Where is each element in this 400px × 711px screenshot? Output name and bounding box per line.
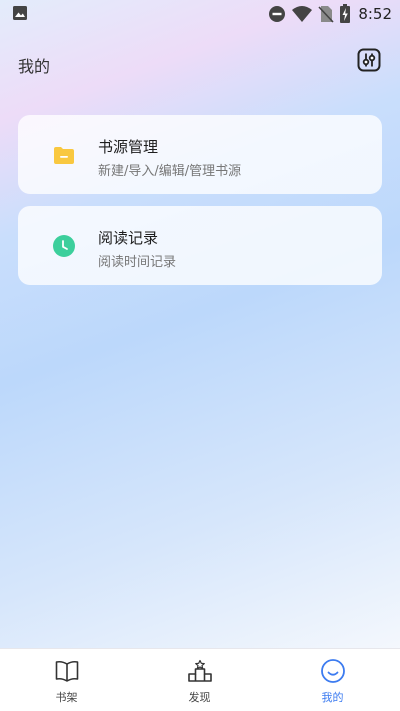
podium-icon: [188, 659, 212, 682]
page-title: 我的: [18, 57, 51, 76]
wifi-icon: [292, 6, 313, 22]
book-icon: [55, 660, 79, 682]
menu-item-title: 阅读记录: [98, 229, 159, 247]
clock-icon: [53, 235, 75, 257]
menu-item-subtitle: 阅读时间记录: [98, 255, 177, 270]
menu-item-reading-history[interactable]: 阅读记录 阅读时间记录: [18, 206, 382, 285]
smile-icon: [321, 659, 345, 683]
gallery-icon: [13, 6, 27, 20]
tab-label: 发现: [188, 691, 211, 704]
tab-mine[interactable]: 我的: [266, 649, 399, 711]
tab-discover[interactable]: 发现: [133, 649, 266, 711]
bottom-tab-bar: 书架 发现 我的: [0, 648, 400, 711]
status-icons: 8:52: [268, 3, 392, 25]
status-bar: 8:52: [0, 0, 400, 28]
tab-label: 书架: [55, 691, 78, 704]
status-time: 8:52: [358, 5, 392, 23]
menu-item-title: 书源管理: [98, 138, 159, 156]
settings-button[interactable]: [357, 48, 381, 72]
do-not-disturb-icon: [269, 6, 286, 22]
folder-icon: [54, 147, 74, 164]
settings-sliders-icon: [357, 48, 381, 72]
no-sim-icon: [318, 6, 334, 23]
tab-bookshelf[interactable]: 书架: [0, 649, 133, 711]
menu-item-book-source[interactable]: 书源管理 新建/导入/编辑/管理书源: [18, 115, 382, 194]
header: 我的: [0, 44, 400, 82]
battery-charging-icon: [340, 4, 351, 23]
menu-item-subtitle: 新建/导入/编辑/管理书源: [98, 164, 242, 179]
tab-label: 我的: [321, 691, 344, 704]
